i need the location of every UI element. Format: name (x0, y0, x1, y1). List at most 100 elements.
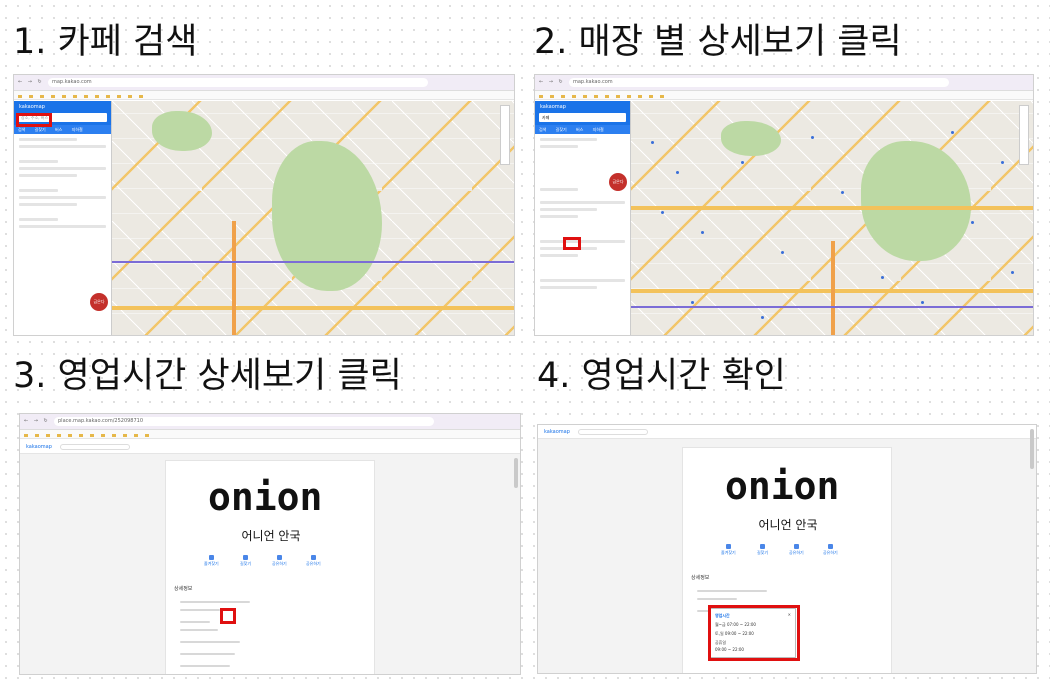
kakaomap-logo[interactable]: kakaomap (540, 104, 566, 110)
screenshot-step-1: ← → ↻ map.kakao.com kakaomap 장소, 주소, 버스 … (13, 74, 515, 336)
browser-nav-icons[interactable]: ← → ↻ (539, 79, 565, 85)
share-button-2[interactable]: 공유하기 (306, 555, 321, 567)
tab-bus[interactable]: 버스 (55, 127, 62, 132)
result-item[interactable] (540, 208, 597, 211)
hours-line (180, 629, 218, 631)
share-button[interactable]: 공유하기 (272, 555, 287, 567)
result-item[interactable] (540, 201, 625, 204)
bookmarks-bar (20, 430, 520, 439)
share-button[interactable]: 공유하기 (789, 544, 804, 556)
share-button-2[interactable]: 공유하기 (823, 544, 838, 556)
kakaomap-logo[interactable]: kakaomap (26, 444, 52, 450)
result-item[interactable] (540, 215, 578, 218)
browser-nav-icons[interactable]: ← → ↻ (24, 418, 50, 424)
map-road (831, 241, 835, 335)
screenshot-step-2: ← → ↻ map.kakao.com kakaomap 카페 검색 길찾기 버… (534, 74, 1034, 336)
kakaomap-logo[interactable]: kakaomap (544, 429, 570, 435)
placeholder-text (19, 138, 78, 141)
address-bar[interactable]: map.kakao.com (48, 78, 428, 87)
tab-directions[interactable]: 길찾기 (556, 127, 567, 132)
address-line (180, 609, 220, 611)
step-3-title: 3. 영업시간 상세보기 클릭 (13, 356, 402, 396)
map-metro-line (112, 261, 514, 263)
cafe-marker[interactable] (1001, 161, 1004, 164)
browser-nav-icons[interactable]: ← → ↻ (18, 79, 44, 85)
promo-badge[interactable]: 금은다 (609, 173, 627, 191)
tab-subway[interactable]: 지하철 (593, 127, 604, 132)
tab-bus[interactable]: 버스 (576, 127, 583, 132)
address-bar[interactable]: place.map.kakao.com/252098710 (54, 417, 434, 426)
placeholder-text (540, 138, 597, 141)
favorite-button[interactable]: 즐겨찾기 (204, 555, 219, 567)
place-header: kakaomap (538, 425, 1036, 439)
place-name: 어니언 안국 (758, 518, 818, 532)
step-4-title: 4. 영업시간 확인 (537, 356, 786, 396)
placeholder-text (19, 167, 106, 170)
map-park (152, 111, 212, 151)
place-card: onion 어니언 안국 즐겨찾기 길찾기 공유하기 공유하기 상세정보 (165, 460, 375, 674)
place-name: 어니언 안국 (241, 529, 301, 543)
favorite-button[interactable]: 즐겨찾기 (721, 544, 736, 556)
cafe-marker[interactable] (761, 316, 764, 319)
sidebar-header: kakaomap 카페 (535, 101, 630, 125)
tab-search[interactable]: 검색 (539, 127, 546, 132)
result-item[interactable] (540, 279, 625, 282)
map-park (861, 141, 971, 261)
bookmarks-bar (14, 91, 514, 100)
kakao-map-canvas[interactable] (112, 101, 514, 335)
address-line (697, 590, 767, 592)
map-controls[interactable] (1019, 105, 1029, 165)
directions-button[interactable]: 길찾기 (757, 544, 768, 556)
search-input[interactable] (59, 443, 130, 450)
kakaomap-logo[interactable]: kakaomap (19, 104, 45, 110)
placeholder-text (540, 145, 578, 148)
bookmarks-bar (535, 91, 1033, 100)
search-input[interactable]: 카페 (539, 113, 626, 122)
step-2-title: 2. 매장 별 상세보기 클릭 (534, 22, 902, 62)
search-input[interactable] (577, 428, 648, 435)
cafe-marker[interactable] (691, 301, 694, 304)
map-sidebar: kakaomap 카페 검색 길찾기 버스 지하철 금은다 (535, 101, 631, 335)
sidebar-tabs: 검색 길찾기 버스 지하철 (535, 125, 630, 134)
cafe-marker[interactable] (676, 171, 679, 174)
share-icon (827, 544, 833, 549)
cafe-marker[interactable] (651, 141, 654, 144)
cafe-marker[interactable] (701, 231, 704, 234)
cafe-marker[interactable] (1011, 271, 1014, 274)
scrollbar[interactable] (514, 458, 518, 488)
result-item[interactable] (540, 254, 578, 257)
screenshot-step-3: ← → ↻ place.map.kakao.com/252098710 kaka… (19, 413, 521, 675)
cafe-marker[interactable] (881, 276, 884, 279)
search-box-highlight (16, 113, 52, 127)
tab-search[interactable]: 검색 (18, 127, 25, 132)
result-item[interactable] (540, 286, 597, 289)
directions-button[interactable]: 길찾기 (240, 555, 251, 567)
cafe-marker[interactable] (841, 191, 844, 194)
cafe-marker[interactable] (811, 136, 814, 139)
onion-logo-image: onion (208, 475, 323, 519)
website-line (180, 641, 240, 643)
onion-logo-image: onion (725, 464, 840, 508)
promo-badge[interactable]: 금은다 (90, 293, 108, 311)
scrollbar[interactable] (1030, 429, 1034, 469)
share-icon (276, 555, 282, 560)
tab-directions[interactable]: 길찾기 (35, 127, 46, 132)
cafe-marker[interactable] (951, 131, 954, 134)
result-item[interactable] (540, 240, 625, 243)
address-bar[interactable]: map.kakao.com (569, 78, 949, 87)
address-line (697, 598, 737, 600)
cafe-marker[interactable] (971, 221, 974, 224)
browser-toolbar: ← → ↻ map.kakao.com (535, 75, 1033, 91)
placeholder-text (19, 174, 78, 177)
cafe-marker[interactable] (781, 251, 784, 254)
tab-subway[interactable]: 지하철 (72, 127, 83, 132)
map-park (272, 141, 382, 291)
map-controls[interactable] (500, 105, 510, 165)
place-header: kakaomap (20, 440, 520, 454)
cafe-marker[interactable] (661, 211, 664, 214)
placeholder-text (19, 145, 106, 148)
kakao-map-canvas[interactable] (631, 101, 1033, 335)
cafe-marker[interactable] (741, 161, 744, 164)
cafe-marker[interactable] (921, 301, 924, 304)
hours-line (180, 621, 210, 623)
